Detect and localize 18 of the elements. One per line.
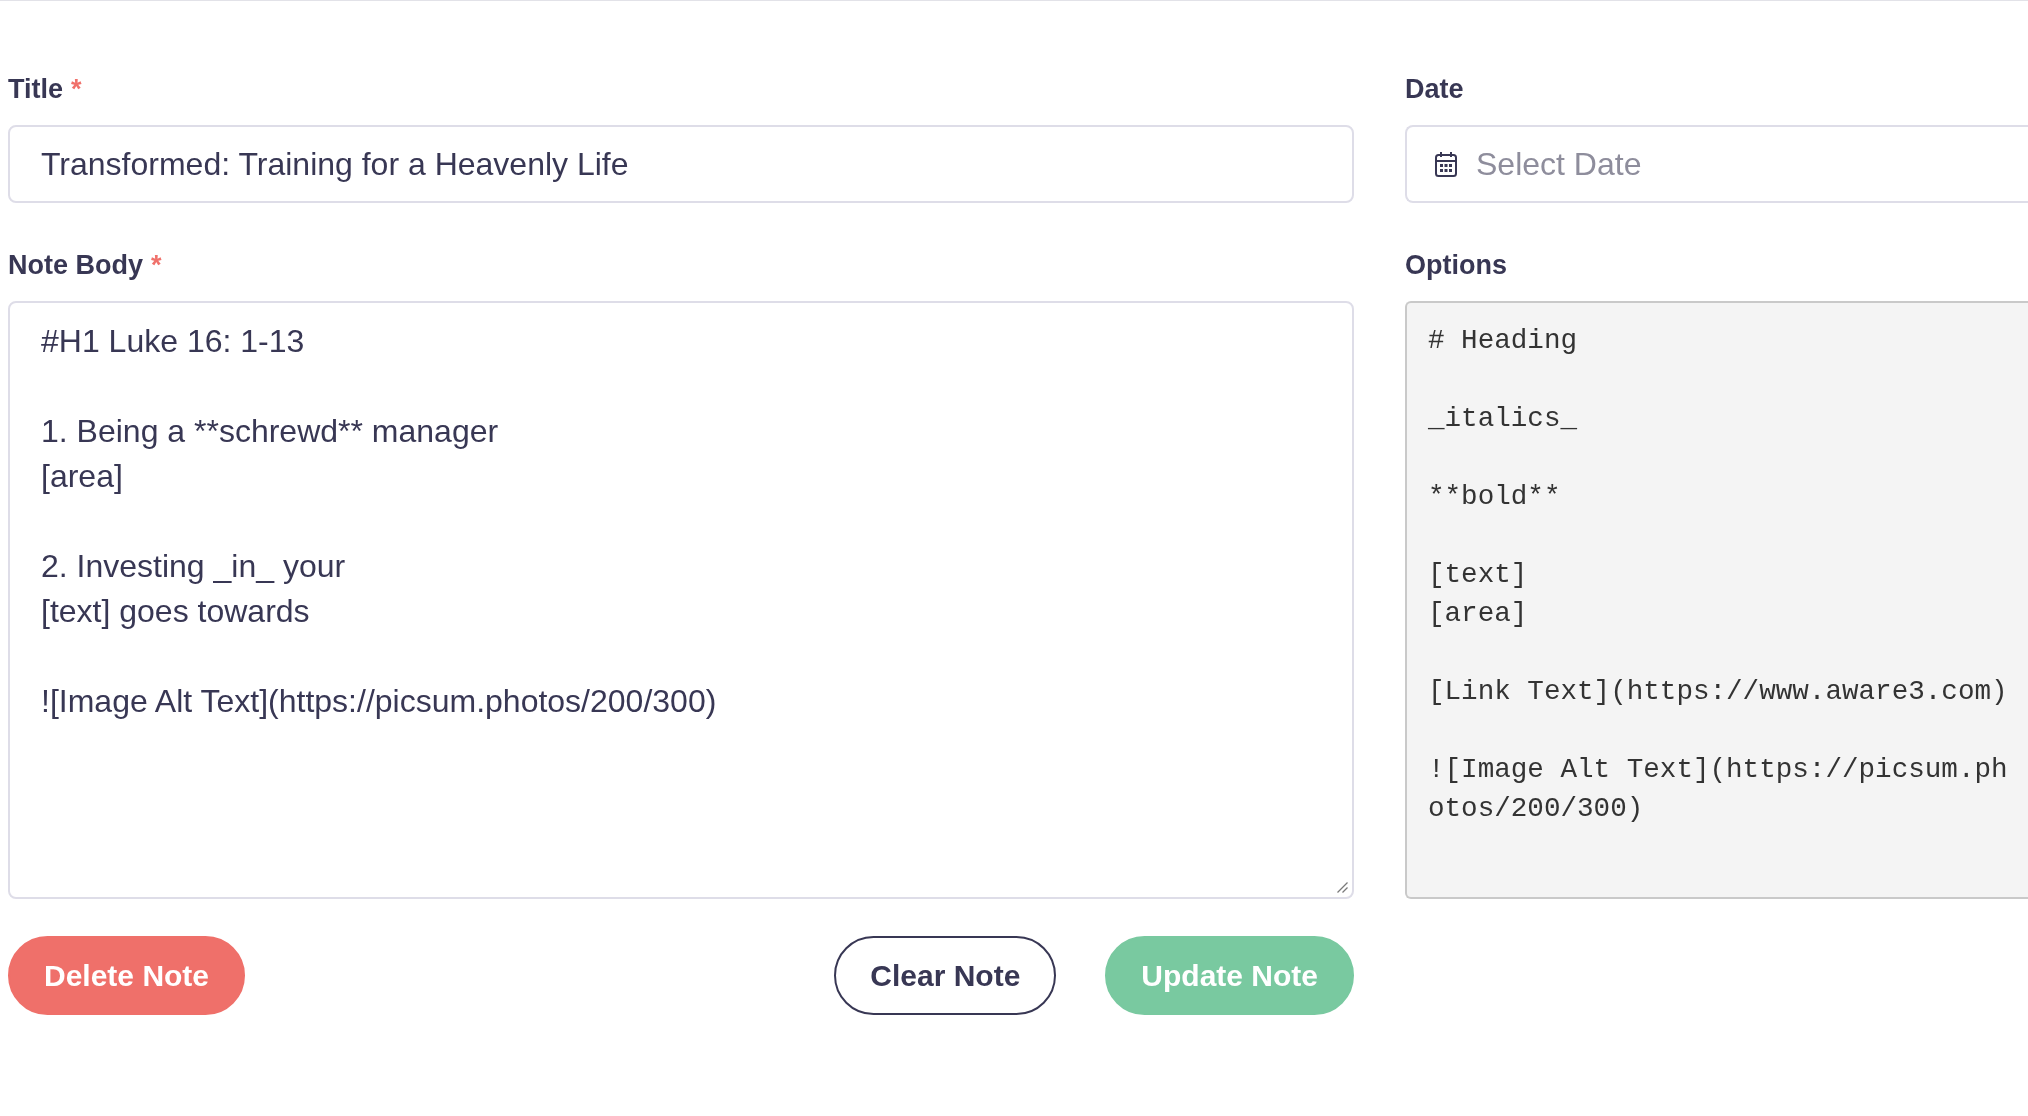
required-mark: * bbox=[71, 73, 82, 105]
syntax-example: [text] bbox=[1428, 558, 1529, 592]
resize-handle-icon[interactable] bbox=[1337, 882, 1348, 893]
syntax-example: # Heading bbox=[1428, 324, 1579, 358]
field-label: Options bbox=[1405, 249, 1507, 281]
syntax-example: [area] bbox=[1428, 597, 1529, 631]
syntax-example: ![Image Alt Text](https://picsum.photos/200/300) bbox=[1428, 753, 2009, 826]
calendar-icon bbox=[1435, 151, 1457, 177]
field-label: Date bbox=[1405, 73, 1464, 105]
action-button[interactable]: Clear Note bbox=[834, 936, 1057, 1015]
field-label: Title bbox=[8, 73, 63, 105]
title-input[interactable]: Transformed: Training for a Heavenly Life bbox=[8, 125, 1354, 203]
syntax-example: [Link Text](https://www.aware3.com) bbox=[1428, 675, 2009, 709]
syntax-example: _italics_ bbox=[1428, 402, 1579, 436]
note-body-textarea[interactable]: #H1 Luke 16: 1-13 1. Being a **schrewd** manager [area] 2. Investing _in_ your [text] goes towards ![Image Alt Text](https://picsum.photos/200/300) bbox=[8, 301, 1354, 899]
field-label: Note Body bbox=[8, 249, 143, 281]
required-mark: * bbox=[151, 249, 162, 281]
syntax-example: **bold** bbox=[1428, 480, 1562, 514]
